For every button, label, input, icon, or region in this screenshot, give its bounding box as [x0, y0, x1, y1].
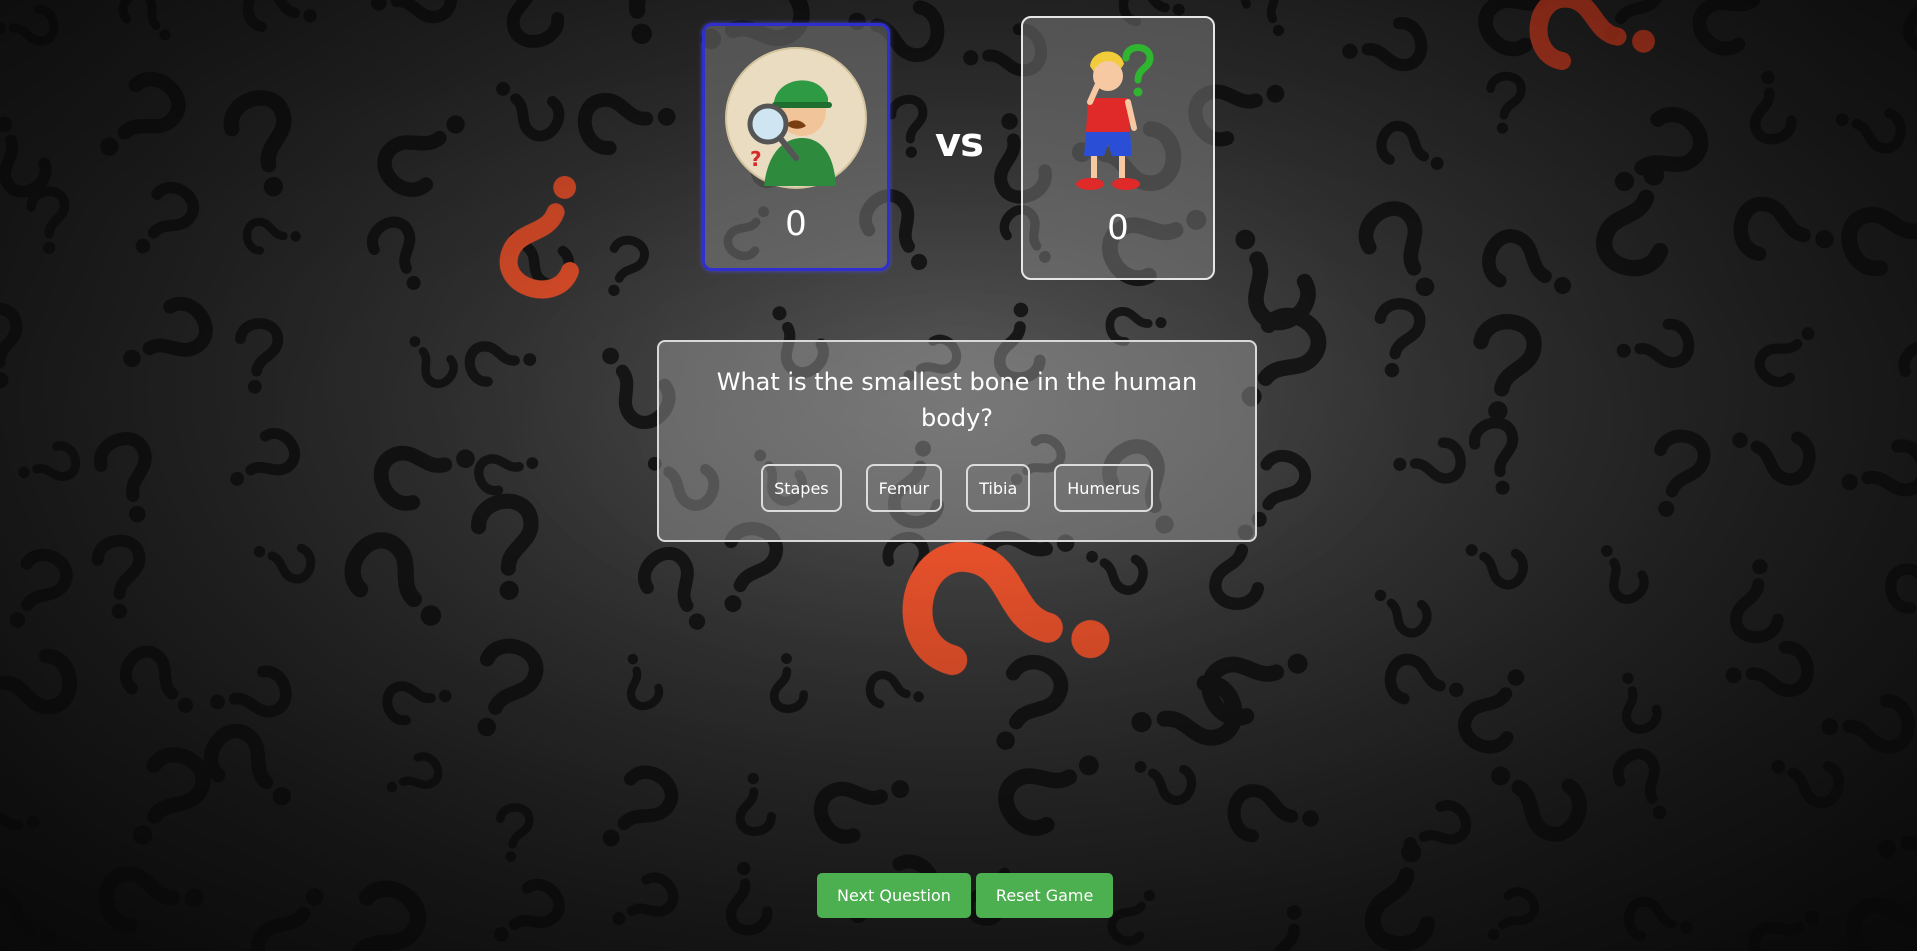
answer-button-humerus[interactable]: Humerus [1054, 464, 1153, 512]
next-question-button[interactable]: Next Question [817, 873, 971, 918]
game-controls: Next Question Reset Game [817, 873, 1114, 918]
reset-game-button[interactable]: Reset Game [975, 873, 1114, 918]
player-one-card: ? 0 [702, 23, 890, 271]
answer-button-femur[interactable]: Femur [865, 464, 943, 512]
thinking-boy-icon [1076, 44, 1154, 190]
answer-button-stapes[interactable]: Stapes [761, 464, 842, 512]
player-two-score: 0 [1107, 208, 1129, 248]
question-card: What is the smallest bone in the human b… [657, 340, 1257, 542]
answer-options: Stapes Femur Tibia Humerus [659, 464, 1255, 512]
versus-label: vs [935, 120, 984, 166]
player-two-card: 0 [1021, 16, 1215, 280]
detective-icon: ? [725, 47, 867, 189]
question-text: What is the smallest bone in the human b… [716, 368, 1198, 432]
player-one-score: 0 [785, 204, 807, 244]
answer-button-tibia[interactable]: Tibia [966, 464, 1031, 512]
svg-text:?: ? [750, 147, 762, 171]
